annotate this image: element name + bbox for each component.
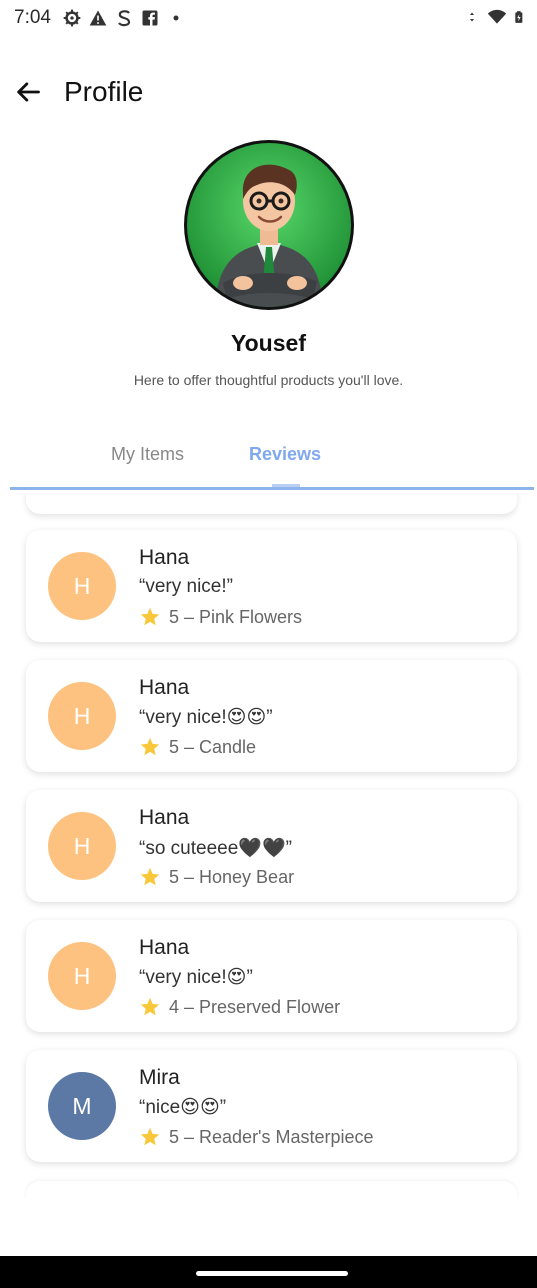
profile-bio: Here to offer thoughtful products you'll… bbox=[133, 372, 404, 388]
s-app-icon bbox=[118, 10, 131, 27]
star-icon bbox=[140, 867, 160, 886]
wifi-icon bbox=[487, 9, 507, 24]
review-text: “very nice!😍” bbox=[139, 967, 253, 988]
reviewer-avatar: H bbox=[48, 942, 116, 1010]
reviewer-name: Hana bbox=[139, 676, 190, 699]
more-notifications-icon bbox=[173, 15, 179, 21]
review-rating-product: 5 – Candle bbox=[169, 736, 257, 757]
reviewer-avatar: H bbox=[48, 812, 116, 880]
review-rating: 5 – Candle bbox=[139, 736, 256, 758]
review-rating: 5 – Reader's Masterpiece bbox=[139, 1126, 374, 1148]
star-icon bbox=[140, 607, 160, 626]
tab-reviews[interactable]: Reviews bbox=[249, 444, 321, 465]
review-rating-product: 5 – Reader's Masterpiece bbox=[169, 1126, 374, 1147]
profile-avatar-illustration bbox=[187, 143, 351, 307]
star-icon bbox=[140, 997, 160, 1016]
back-button[interactable] bbox=[8, 72, 48, 112]
home-gesture-handle[interactable] bbox=[196, 1271, 348, 1276]
notification-icons bbox=[62, 8, 186, 28]
review-text: “very nice!” bbox=[139, 576, 233, 597]
review-card[interactable]: M Mira “nice😍😍” 5 – Reader's Masterpiece bbox=[26, 1050, 517, 1162]
battery-icon bbox=[515, 11, 523, 23]
reviewer-name: Hana bbox=[139, 546, 190, 569]
reviewer-name: Hana bbox=[139, 806, 190, 829]
system-nav-bar bbox=[0, 1256, 537, 1288]
review-card[interactable]: H Hana “very nice!” 5 – Pink Flowers bbox=[26, 530, 517, 642]
review-card[interactable]: H Hana “very nice!😍😍” 5 – Candle bbox=[26, 660, 517, 772]
review-rating-product: 4 – Preserved Flower bbox=[169, 996, 341, 1017]
facebook-icon bbox=[142, 10, 158, 26]
status-time: 7:04 bbox=[14, 7, 51, 28]
review-card-partial bbox=[26, 493, 517, 514]
review-text: “so cuteeee🖤🖤” bbox=[139, 838, 292, 859]
review-card-partial bbox=[26, 1181, 517, 1198]
review-text: “very nice!😍😍” bbox=[139, 707, 273, 728]
profile-name: Yousef bbox=[231, 330, 306, 356]
reviewer-name: Hana bbox=[139, 936, 190, 959]
warning-icon bbox=[89, 10, 107, 26]
reviewer-avatar: H bbox=[48, 552, 116, 620]
tab-active-indicator bbox=[272, 484, 300, 487]
reviewer-avatar: M bbox=[48, 1072, 116, 1140]
reviewer-name: Mira bbox=[139, 1066, 180, 1089]
review-card[interactable]: H Hana “very nice!😍” 4 – Preserved Flowe… bbox=[26, 920, 517, 1032]
star-icon bbox=[140, 737, 160, 756]
review-card[interactable]: H Hana “so cuteeee🖤🖤” 5 – Honey Bear bbox=[26, 790, 517, 902]
review-rating-product: 5 – Pink Flowers bbox=[169, 606, 303, 627]
reviewer-avatar: H bbox=[48, 682, 116, 750]
tab-my-items[interactable]: My Items bbox=[111, 444, 184, 465]
arrow-left-icon bbox=[17, 82, 40, 102]
reviews-list[interactable]: H Hana “very nice!” 5 – Pink Flowers H H… bbox=[0, 493, 537, 1198]
star-icon bbox=[140, 1127, 160, 1146]
app-bar: Profile bbox=[0, 62, 537, 122]
review-rating: 5 – Honey Bear bbox=[139, 866, 294, 888]
profile-avatar bbox=[184, 140, 354, 310]
profile-tabs: My Items Reviews bbox=[10, 426, 534, 490]
system-icons bbox=[469, 7, 527, 27]
page-title: Profile bbox=[64, 76, 144, 107]
review-text: “nice😍😍” bbox=[139, 1097, 227, 1118]
data-transfer-icon bbox=[470, 12, 474, 22]
settings-icon bbox=[63, 9, 81, 27]
review-rating-product: 5 – Honey Bear bbox=[169, 866, 295, 887]
review-rating: 5 – Pink Flowers bbox=[139, 606, 302, 628]
review-rating: 4 – Preserved Flower bbox=[139, 996, 340, 1018]
status-bar: 7:04 bbox=[0, 0, 537, 38]
